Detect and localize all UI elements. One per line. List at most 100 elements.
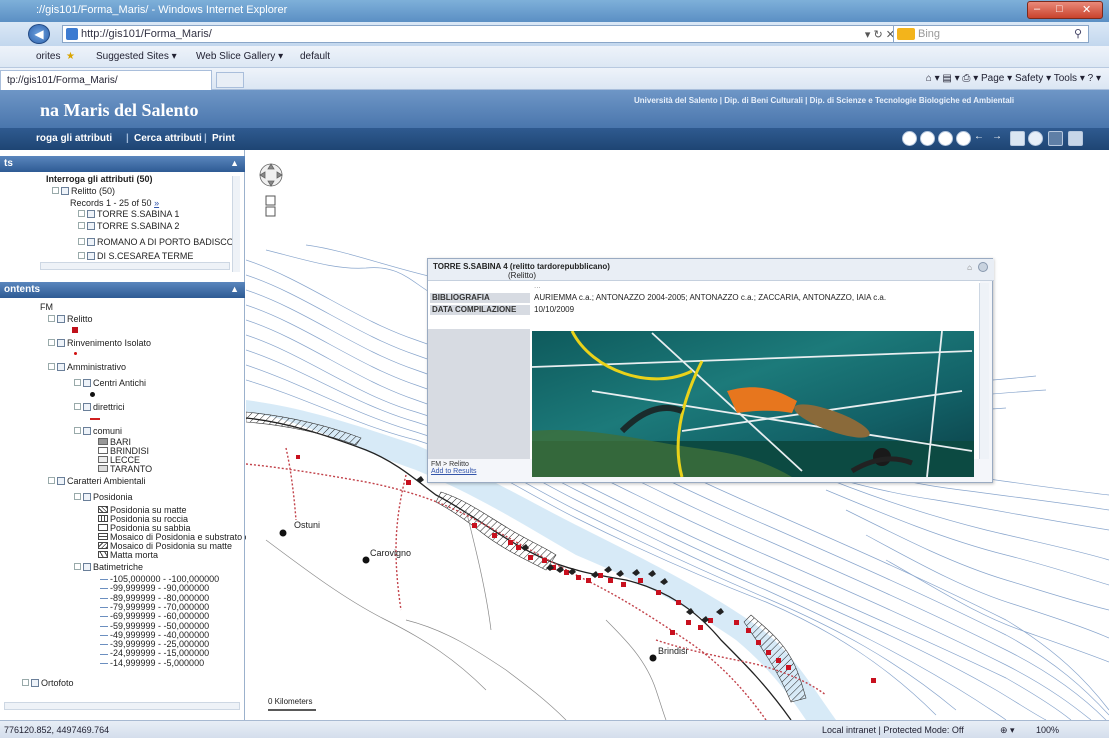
window-controls[interactable]: – □ ✕ xyxy=(1027,1,1103,19)
url-field[interactable]: http://gis101/Forma_Maris/ ▾ ↻ ✕ xyxy=(62,25,902,43)
direttrici-symbol xyxy=(90,418,100,420)
relitto-symbol xyxy=(72,327,78,333)
print-icon[interactable]: ⎙ ▾ xyxy=(962,73,981,84)
layer-centri-antichi[interactable]: Centri Antichi xyxy=(74,378,146,388)
collapse-icon[interactable]: ▲ xyxy=(230,284,239,294)
wreck-photo xyxy=(532,331,974,477)
layer-posidonia[interactable]: Posidonia xyxy=(74,492,133,502)
full-extent-icon[interactable] xyxy=(956,131,971,146)
forward-extent-icon[interactable]: → xyxy=(992,131,1007,146)
add-to-results-link[interactable]: Add to Results xyxy=(431,468,477,475)
safety-menu[interactable]: Safety ▾ xyxy=(1015,73,1051,84)
new-tab-button[interactable] xyxy=(216,72,244,88)
popup-scrollbar[interactable] xyxy=(979,283,989,459)
query-item[interactable]: ROMANO A DI PORTO BADISCO xyxy=(78,237,234,247)
query-hscrollbar[interactable] xyxy=(40,262,230,270)
fav-suggested-sites[interactable]: Suggested Sites ▾ xyxy=(96,51,177,62)
zoom-out-icon[interactable] xyxy=(920,131,935,146)
posidonia-legend-item: Matta morta xyxy=(98,550,158,560)
search-icon[interactable]: ⚲ xyxy=(1074,26,1082,42)
popup-title: TORRE S.SABINA 4 (relitto tardorepubblic… xyxy=(433,262,610,271)
popup-minimize-icon[interactable]: ⌂ xyxy=(967,263,972,272)
header-links[interactable]: Università del Salento | Dip. di Beni Cu… xyxy=(634,96,1014,105)
favorites-label[interactable]: orites xyxy=(36,51,60,62)
popup-cut-row: ... xyxy=(534,281,541,290)
fav-default[interactable]: default xyxy=(300,51,330,62)
menu-print[interactable]: Print xyxy=(212,133,235,144)
address-bar: ◀ http://gis101/Forma_Maris/ ▾ ↻ ✕ Bing … xyxy=(0,22,1109,46)
identify-popup[interactable]: TORRE S.SABINA 4 (relitto tardorepubblic… xyxy=(427,258,994,483)
help-icon[interactable]: ? ▾ xyxy=(1088,73,1101,84)
zoom-in-icon[interactable] xyxy=(902,131,917,146)
tool-icon[interactable] xyxy=(1068,131,1083,146)
close-icon[interactable]: ✕ xyxy=(1082,3,1091,16)
popup-footer-layer: FM > Relitto xyxy=(431,461,469,468)
contents-panel-header: ontents ▲ xyxy=(0,282,245,298)
centri-symbol xyxy=(90,392,95,397)
title-bar: ://gis101/Forma_Maris/ - Windows Interne… xyxy=(0,0,1109,22)
popup-body: ... BIBLIOGRAFIA AURIEMMA c.a.; ANTONAZZO… xyxy=(428,281,980,477)
town-label-carovigno: Carovigno xyxy=(370,548,412,558)
bathymetry-legend-item: -14,999999 - -5,000000 xyxy=(100,658,204,668)
layer-direttrici[interactable]: direttrici xyxy=(74,402,125,412)
measure-icon[interactable] xyxy=(1048,131,1063,146)
command-bar: ⌂ ▾ ▤ ▾ ⎙ ▾ Page ▾ Safety ▾ Tools ▾ ? ▾ xyxy=(926,73,1101,84)
town-label-brindisi: Brindisi xyxy=(658,646,688,656)
coordinates: 776120.852, 4497469.764 xyxy=(4,725,110,735)
layer-rinvenimento[interactable]: Rinvenimento Isolato xyxy=(48,338,151,348)
town-dot-ostuni xyxy=(279,529,287,537)
home-icon[interactable]: ⌂ ▾ xyxy=(926,73,943,84)
select-icon[interactable] xyxy=(1010,131,1025,146)
layer-amministrativo[interactable]: Amministrativo xyxy=(48,362,126,372)
maximize-icon[interactable]: □ xyxy=(1056,3,1063,15)
menu-query-attributes[interactable]: roga gli attributi xyxy=(36,133,112,144)
page-menu[interactable]: Page ▾ xyxy=(981,73,1012,84)
tools-menu[interactable]: Tools ▾ xyxy=(1054,73,1085,84)
popup-key-column xyxy=(428,329,530,459)
browser-window: ://gis101/Forma_Maris/ - Windows Interne… xyxy=(0,0,1109,738)
feeds-icon[interactable]: ▤ ▾ xyxy=(942,73,962,84)
back-extent-icon[interactable]: ← xyxy=(974,131,989,146)
records-label: Records 1 - 25 of 50 » xyxy=(70,198,160,208)
town-dot-carovigno xyxy=(362,556,370,564)
records-next-link[interactable]: » xyxy=(154,198,159,208)
identify-icon[interactable] xyxy=(1028,131,1043,146)
favorites-bar: orites ★ Suggested Sites ▾ Web Slice Gal… xyxy=(0,46,1109,68)
query-item[interactable]: DI S.CESAREA TERME xyxy=(78,251,193,261)
scale-label: 0 Kilometers xyxy=(268,697,313,706)
layer-caratteri-ambientali[interactable]: Caratteri Ambientali xyxy=(48,476,146,486)
query-panel-header: ts ▲ xyxy=(0,156,245,172)
refresh-stop-icons[interactable]: ▾ ↻ ✕ xyxy=(865,27,895,43)
query-layer[interactable]: Relitto (50) xyxy=(52,186,115,196)
collapse-icon[interactable]: ▲ xyxy=(230,158,239,168)
zoom-icon[interactable]: ⊕ ▾ xyxy=(1000,725,1015,736)
pan-control[interactable] xyxy=(259,163,283,187)
query-item[interactable]: TORRE S.SABINA 2 xyxy=(78,221,179,231)
town-dot-brindisi xyxy=(649,654,657,662)
security-zone[interactable]: Local intranet | Protected Mode: Off xyxy=(822,725,964,735)
popup-layer: (Relitto) xyxy=(508,271,537,280)
pan-icon[interactable] xyxy=(938,131,953,146)
minimize-icon[interactable]: – xyxy=(1034,3,1040,15)
query-title: Interroga gli attributi (50) xyxy=(46,174,153,184)
back-button[interactable]: ◀ xyxy=(28,24,50,44)
rinvenimento-symbol xyxy=(74,352,77,355)
layer-ortofoto[interactable]: Ortofoto xyxy=(22,678,74,688)
query-scrollbar[interactable] xyxy=(232,176,240,272)
zoom-out-button[interactable] xyxy=(265,206,276,217)
relitto-markers[interactable] xyxy=(296,455,876,683)
left-panel: ts ▲ Interroga gli attributi (50) Relitto… xyxy=(0,150,249,720)
zoom-level[interactable]: 100% xyxy=(1036,725,1059,735)
menu-search-attributes[interactable]: Cerca attributi xyxy=(134,133,202,144)
contents-hscrollbar[interactable] xyxy=(4,702,240,710)
zoom-in-button[interactable] xyxy=(265,195,276,206)
layer-batimetriche[interactable]: Batimetriche xyxy=(74,562,143,572)
search-box[interactable]: Bing ⚲ xyxy=(893,25,1089,43)
browser-tab[interactable]: tp://gis101/Forma_Maris/ xyxy=(0,70,212,90)
fav-web-slice-gallery[interactable]: Web Slice Gallery ▾ xyxy=(196,51,283,62)
layer-comuni[interactable]: comuni xyxy=(74,426,122,436)
favorites-star-icon[interactable]: ★ xyxy=(66,51,75,62)
popup-close-icon[interactable] xyxy=(978,262,988,272)
layer-relitto[interactable]: Relitto xyxy=(48,314,93,324)
query-item[interactable]: TORRE S.SABINA 1 xyxy=(78,209,179,219)
